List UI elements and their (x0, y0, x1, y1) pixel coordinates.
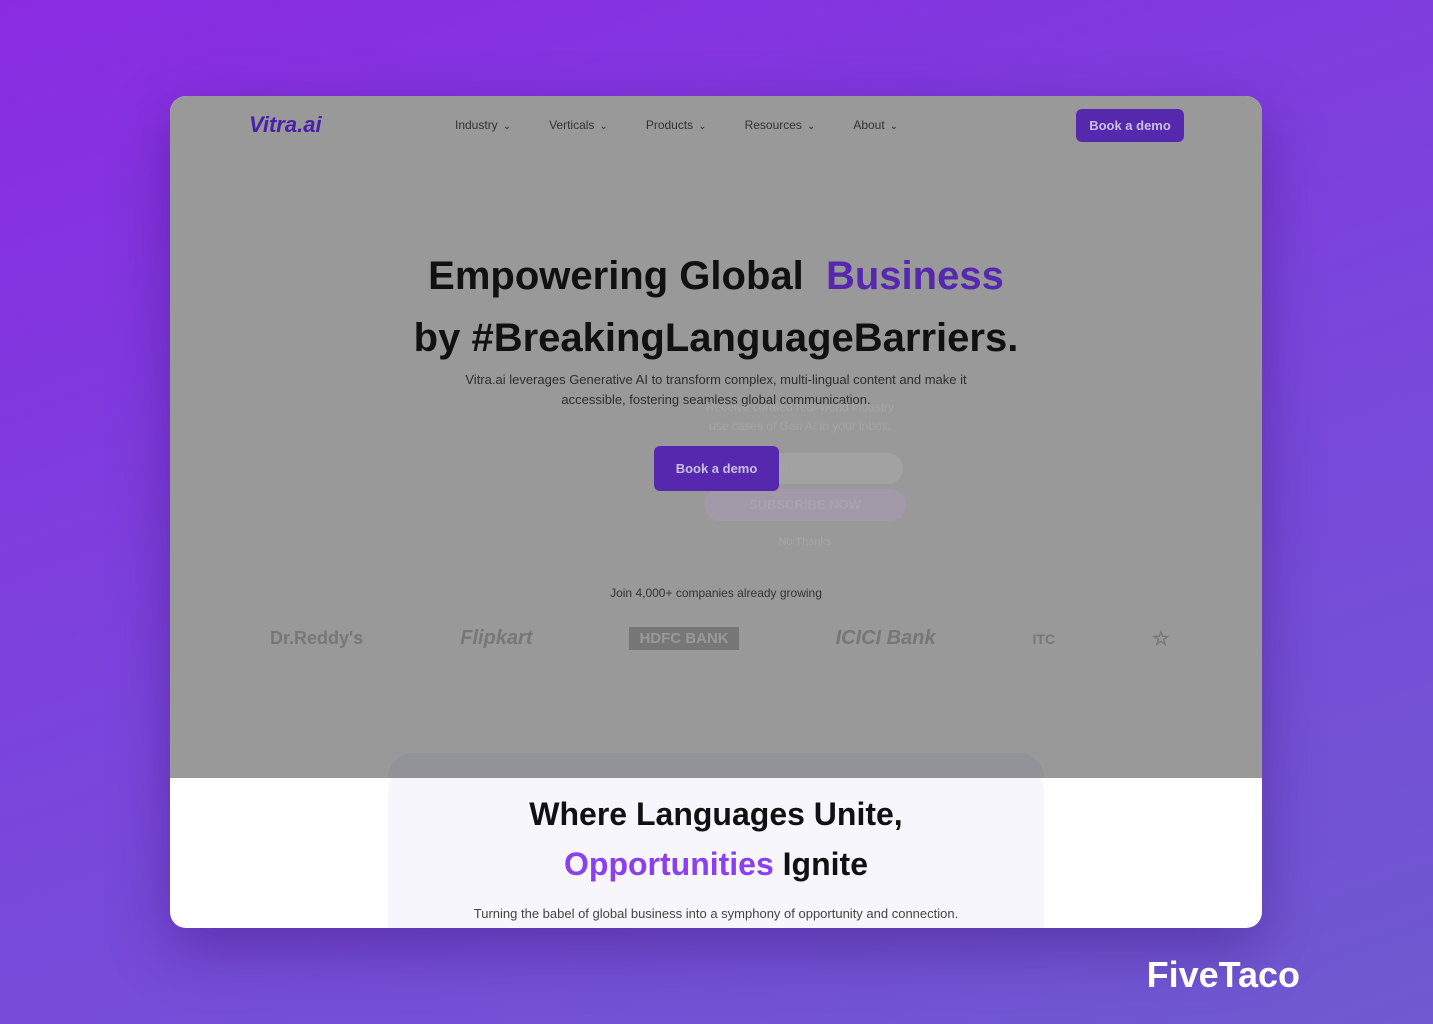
navbar: Vitra.ai Industry ⌄ Verticals ⌄ Products ⌄ … (170, 96, 1262, 156)
section-title-text: Ignite (782, 846, 868, 882)
chevron-down-icon: ⌄ (806, 121, 816, 132)
book-demo-hero-button[interactable]: Book a demo (654, 446, 779, 491)
join-text: Join 4,000+ companies already growing (610, 586, 822, 600)
title-text: Empowering Global (428, 254, 804, 298)
nav-products[interactable]: Products ⌄ (646, 118, 707, 132)
fivetaco-watermark: FiveTaco (1146, 954, 1300, 995)
section-card-top (388, 753, 1044, 778)
section-title-line1: Where Languages Unite, (529, 796, 903, 832)
hero-title-line1: Empowering Global Business (170, 254, 1262, 299)
nav-about[interactable]: About ⌄ (853, 118, 898, 132)
star-logo-icon: ☆ (1152, 628, 1170, 650)
logo[interactable]: Vitra.ai (249, 112, 322, 138)
nav-verticals[interactable]: Verticals ⌄ (549, 118, 608, 132)
logo-hdfc: HDFC BANK (629, 627, 739, 650)
logo-dr-reddys: Dr.Reddy's (270, 628, 364, 648)
logo-itc: ITC (1032, 630, 1056, 647)
nav-label: About (853, 118, 885, 132)
section-tagline: Turning the babel of global business int… (473, 906, 959, 921)
browser-window: Vitra.ai Industry ⌄ Verticals ⌄ Products ⌄ … (170, 96, 1262, 928)
hero-overlay: Vitra.ai Industry ⌄ Verticals ⌄ Products ⌄ … (170, 96, 1262, 778)
title-accent: Business (825, 254, 1004, 298)
subscribe-button[interactable]: SUBSCRIBE NOW (704, 489, 906, 521)
popup-text: Receive curated real-world industry use … (705, 400, 895, 433)
chevron-down-icon: ⌄ (502, 121, 512, 132)
logo-icici: ICICI Bank (835, 627, 936, 649)
nav-resources[interactable]: Resources ⌄ (745, 118, 816, 132)
logo-flipkart: Flipkart (460, 627, 533, 649)
chevron-down-icon: ⌄ (698, 121, 707, 132)
chevron-down-icon: ⌄ (599, 121, 608, 132)
nav-label: Industry (455, 118, 498, 132)
client-logos: Dr.Reddy's Flipkart HDFC BANK ICICI Bank… (270, 626, 1170, 651)
hero-title-line2: by #BreakingLanguageBarriers. (413, 316, 1019, 360)
book-demo-nav-button[interactable]: Book a demo (1076, 109, 1184, 142)
section-card (388, 753, 1044, 928)
section-title-line2: Opportunities Ignite (170, 846, 1262, 883)
nav-label: Verticals (549, 118, 595, 132)
nav-label: Resources (744, 118, 802, 132)
nav-industry[interactable]: Industry ⌄ (455, 118, 511, 132)
section-title-accent: Opportunities (564, 846, 774, 882)
chevron-down-icon: ⌄ (889, 121, 899, 132)
no-thanks-link[interactable]: No Thanks (740, 536, 870, 548)
nav-label: Products (645, 118, 694, 132)
